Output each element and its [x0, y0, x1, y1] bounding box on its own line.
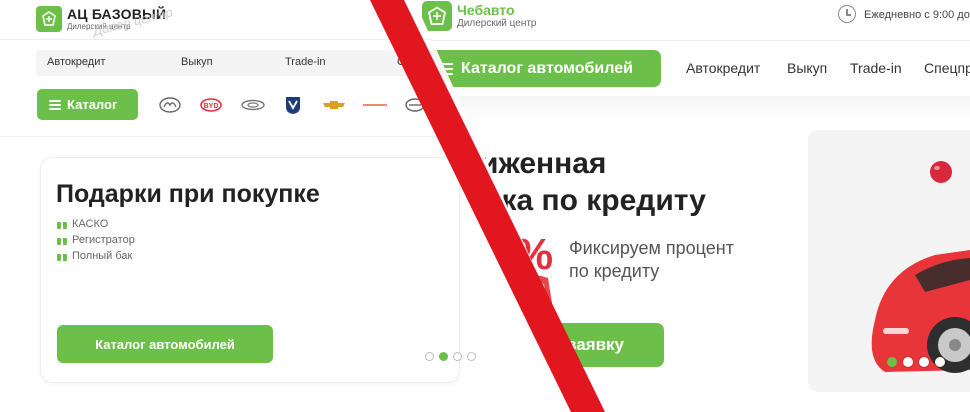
banner-subtitle-line2: по кредиту — [569, 261, 660, 281]
slider-dot[interactable] — [467, 352, 476, 361]
comparison-screenshot: АЦ БАЗОВЫЙ Дилерский центр Дилер центр А… — [0, 0, 970, 412]
menu-icon — [49, 99, 61, 110]
svg-text:BYD: BYD — [204, 103, 219, 110]
working-hours: Ежедневно с 9:00 до — [864, 9, 970, 21]
gift-icon — [57, 251, 67, 261]
red-ball-image — [930, 161, 952, 183]
left-catalog-label: Каталог — [67, 97, 118, 112]
left-nav-bar: Автокредит Выкуп Trade-in Спе — [36, 50, 476, 76]
left-promo-title: Подарки при покупке — [56, 180, 320, 208]
right-logo-title[interactable]: Чебавто — [457, 2, 515, 18]
left-catalog-cars-button[interactable]: Каталог автомобилей — [57, 325, 273, 363]
right-catalog-button[interactable]: Каталог автомобилей — [424, 50, 661, 87]
left-nav-special[interactable]: Спе — [397, 56, 417, 68]
gift-icon — [57, 219, 67, 229]
right-nav-autocredit[interactable]: Автокредит — [686, 60, 760, 76]
gift-item-label: КАСКО — [72, 218, 109, 230]
left-nav-tradein[interactable]: Trade-in — [285, 56, 326, 68]
slider-dot-active[interactable] — [887, 357, 897, 367]
slider-dot[interactable] — [425, 352, 434, 361]
gift-item-label: Полный бак — [72, 250, 133, 262]
changan-logo[interactable] — [282, 96, 304, 114]
left-logo-icon[interactable] — [36, 6, 62, 32]
banner-title-line1: иженная — [480, 147, 607, 180]
slider-dot[interactable] — [453, 352, 462, 361]
gift-icon — [57, 235, 67, 245]
slider-dot-active[interactable] — [439, 352, 448, 361]
left-slider-dots — [425, 352, 476, 361]
red-sports-car-image — [871, 250, 970, 373]
slider-dot[interactable] — [935, 357, 945, 367]
geely-logo[interactable] — [158, 96, 182, 114]
right-nav-special[interactable]: Спецпр — [924, 60, 970, 76]
right-nav-buyout[interactable]: Выкуп — [787, 60, 827, 76]
right-nav-tradein[interactable]: Trade-in — [850, 60, 902, 76]
gift-item-kasko: КАСКО — [57, 218, 108, 230]
right-header-divider — [414, 40, 970, 41]
right-slider-dots — [887, 357, 945, 367]
right-logo-icon[interactable] — [422, 1, 452, 31]
slider-dot[interactable] — [903, 357, 913, 367]
haval-logo[interactable] — [404, 96, 426, 114]
gift-item-fuel: Полный бак — [57, 250, 132, 262]
right-catalog-label: Каталог автомобилей — [461, 59, 633, 77]
banner-title-line2: вка по кредиту — [483, 184, 706, 217]
left-nav-buyout[interactable]: Выкуп — [181, 56, 213, 68]
right-logo-subtitle: Дилерский центр — [457, 18, 537, 29]
gift-item-recorder: Регистратор — [57, 234, 135, 246]
chevrolet-logo[interactable] — [322, 96, 346, 114]
chery-logo[interactable] — [240, 96, 266, 114]
clock-icon — [838, 5, 856, 23]
slider-dot[interactable] — [919, 357, 929, 367]
right-nav-shadow — [414, 96, 970, 120]
left-catalog-button[interactable]: Каталог — [37, 89, 138, 120]
byd-logo[interactable]: BYD — [199, 96, 223, 114]
brand-logo[interactable] — [362, 96, 388, 114]
banner-subtitle-line1: Фиксируем процент — [569, 238, 734, 258]
left-nav-autocredit[interactable]: Автокредит — [47, 56, 105, 68]
gift-item-label: Регистратор — [72, 234, 135, 246]
